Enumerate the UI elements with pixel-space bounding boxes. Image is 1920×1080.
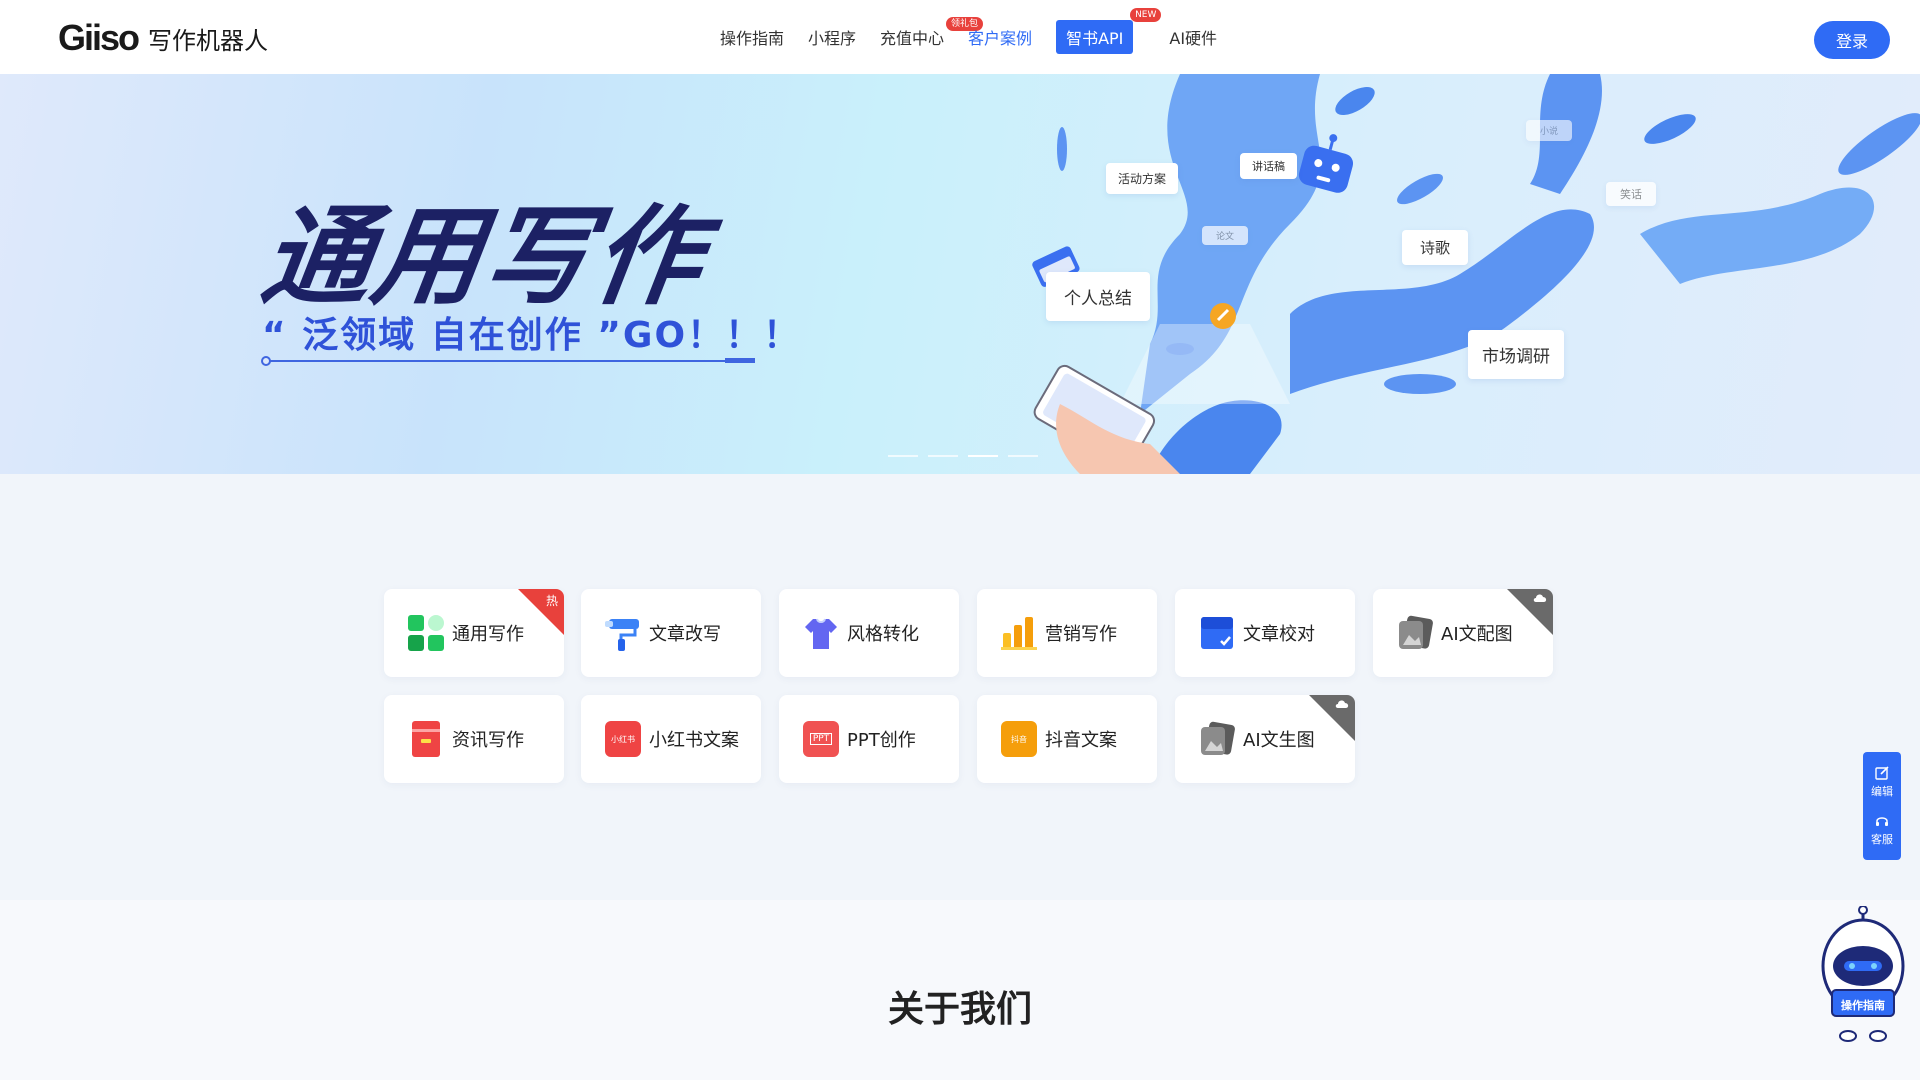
douyin-icon-text: 抖音 [1011,734,1027,744]
tool-card-general-writing[interactable]: 通用写作 热 [384,589,564,677]
bubble-paper: 论文 [1202,226,1249,245]
edit-icon [1875,766,1889,780]
guide-robot[interactable]: 操作指南 [1818,905,1908,1046]
nav-miniprogram[interactable]: 小程序 [808,25,856,49]
about-title: 关于我们 [887,989,1032,1030]
image-stack-icon [1397,615,1433,651]
headset-icon [1876,817,1888,826]
check-doc-icon [1199,615,1235,651]
tool-card-rewrite[interactable]: 文章改写 [581,589,761,677]
nav-recharge-label: 充值中心 [880,29,945,48]
side-service-label: 客服 [1871,833,1893,846]
tool-card-news[interactable]: 资讯写作 [384,695,564,783]
bubble-joke: 笑话 [1606,182,1656,206]
bar-chart-icon [1001,615,1037,651]
tool-label: 抖音文案 [1045,730,1117,751]
tool-card-proofread[interactable]: 文章校对 [1175,589,1355,677]
side-edit-label: 编辑 [1871,785,1893,798]
tool-card-ai-text-to-image[interactable]: AI文生图 [1175,695,1355,783]
tool-label: 文章改写 [649,624,721,645]
robot-label: 操作指南 [1841,999,1885,1012]
xiaohongshu-icon-text: 小红书 [611,734,635,744]
tool-label: 风格转化 [847,624,919,645]
logo-mark: Giiso [58,17,140,58]
carousel-dot[interactable] [888,455,918,457]
hero-banner[interactable]: 通用写作 “ 泛领域 自在创作 ”GO！！！ 活动方案 讲话稿 小说 笑话 论文… [0,74,1920,474]
carousel-dot[interactable] [928,455,958,457]
tool-label: PPT创作 [847,730,916,751]
main-nav: 操作指南 小程序 充值中心 领礼包 客户案例 智书API NEW AI硬件 [720,8,1241,54]
nav-guide[interactable]: 操作指南 [720,25,784,49]
grid-icon [408,615,444,651]
tool-card-ppt[interactable]: PPT PPT创作 [779,695,959,783]
tool-label: AI文生图 [1243,730,1315,751]
bubble-speech: 讲话稿 [1240,153,1297,179]
tools-section: 通用写作 热 文章改写 风格转化 营销写作 文章校对 AI文配图 资讯写作 小红… [0,474,1920,900]
paint-roller-icon [605,615,641,651]
nav-recharge[interactable]: 充值中心 领礼包 [880,17,984,49]
bubble-activity: 活动方案 [1106,163,1179,194]
bubble-novel: 小说 [1526,120,1573,141]
cloud-icon [1335,698,1349,713]
side-edit-button[interactable]: 编辑 [1871,765,1893,799]
ppt-icon: PPT [803,721,839,757]
tool-label: 文章校对 [1243,624,1315,645]
nav-api[interactable]: 智书API NEW [1056,8,1162,54]
cloud-icon [1533,592,1547,607]
top-header: Giiso 写作机器人 操作指南 小程序 充值中心 领礼包 客户案例 智书API… [0,0,1920,74]
douyin-icon: 抖音 [1001,721,1037,757]
tool-card-marketing[interactable]: 营销写作 [977,589,1157,677]
carousel-dot-active[interactable] [968,455,998,457]
banner-underline [261,356,755,366]
nav-hardware[interactable]: AI硬件 [1169,25,1217,49]
carousel-dot[interactable] [1008,455,1038,457]
tool-label: 小红书文案 [649,730,739,751]
ppt-icon-text: PPT [809,733,833,745]
xiaohongshu-icon: 小红书 [605,721,641,757]
tool-card-xiaohongshu[interactable]: 小红书 小红书文案 [581,695,761,783]
tool-label: 资讯写作 [452,730,524,751]
tool-label: 营销写作 [1045,624,1117,645]
shirt-icon [803,615,839,651]
banner-subtitle: “ 泛领域 自在创作 ”GO！！！ [262,315,802,356]
logo[interactable]: Giiso 写作机器人 [58,17,269,58]
bubble-market: 市场调研 [1468,330,1564,379]
logo-text: 写作机器人 [148,26,269,55]
carousel-indicators [888,455,1048,457]
new-badge: NEW [1130,8,1162,22]
side-float-panel: 编辑 客服 [1863,752,1901,860]
hot-tag: 热 [545,594,558,608]
login-button[interactable]: 登录 [1814,21,1890,59]
about-section: 关于我们 [0,900,1920,1080]
nav-cases[interactable]: 客户案例 [968,25,1032,49]
banner-title: 通用写作 [254,195,713,320]
side-service-button[interactable]: 客服 [1871,813,1893,847]
image-stack-icon [1199,721,1235,757]
tool-card-ai-illustration[interactable]: AI文配图 [1373,589,1553,677]
nav-api-label: 智书API [1066,29,1124,48]
news-icon [408,721,444,757]
tool-label: AI文配图 [1441,624,1513,645]
robot-icon [1821,905,1905,1042]
bubble-summary: 个人总结 [1046,272,1150,321]
tool-label: 通用写作 [452,624,524,645]
tool-card-douyin[interactable]: 抖音 抖音文案 [977,695,1157,783]
tool-card-style-transfer[interactable]: 风格转化 [779,589,959,677]
bubble-poem: 诗歌 [1402,230,1469,265]
